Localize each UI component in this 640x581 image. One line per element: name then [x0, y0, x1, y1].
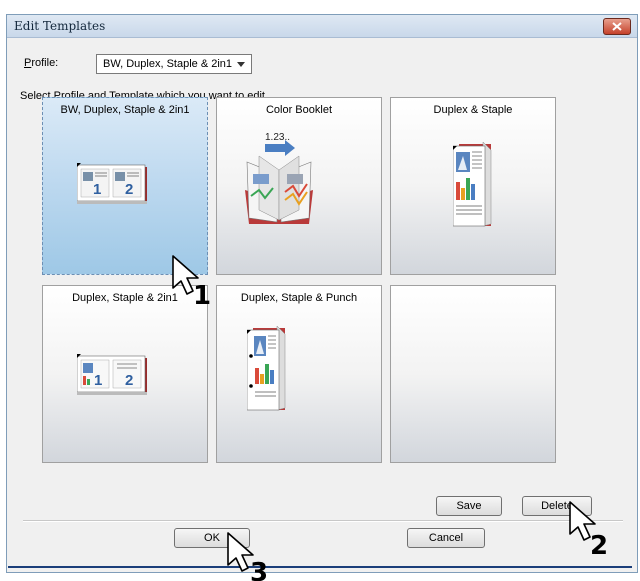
close-button[interactable] [603, 18, 631, 35]
profile-select[interactable]: BW, Duplex, Staple & 2in1 [96, 54, 252, 74]
separator [23, 520, 623, 522]
callout-cursor-2: 2 [569, 501, 608, 556]
title-bar: Edit Templates [7, 15, 637, 38]
chevron-down-icon [237, 62, 245, 67]
svg-text:2: 2 [125, 372, 133, 389]
dialog-title: Edit Templates [14, 19, 106, 33]
callout-cursor-3: 3 [227, 532, 268, 581]
two-in-one-document-icon: 1 2 [77, 163, 147, 204]
template-grid: BW, Duplex, Staple & 2in1 1 2 Color Book… [42, 97, 610, 484]
cancel-button[interactable]: Cancel [407, 528, 485, 548]
template-tile-duplex-staple-2in1[interactable]: Duplex, Staple & 2in1 1 2 [42, 285, 208, 463]
callout-number: 1 [193, 281, 211, 308]
svg-text:1: 1 [93, 181, 101, 198]
edit-templates-dialog: Edit Templates Profile: BW, Duplex, Stap… [6, 14, 638, 573]
callout-baseline [8, 566, 632, 568]
profile-select-value: BW, Duplex, Staple & 2in1 [103, 58, 233, 70]
booklet-icon: 1.23.. [245, 132, 313, 224]
duplex-document-icon [453, 142, 492, 227]
template-tile-label: Color Booklet [265, 104, 333, 116]
template-tile-label: BW, Duplex, Staple & 2in1 [60, 104, 190, 116]
two-in-one-color-document-icon: 1 2 [77, 354, 147, 395]
save-button[interactable]: Save [436, 496, 502, 516]
template-tile-color-booklet[interactable]: Color Booklet 1.23.. [216, 97, 382, 275]
svg-text:1: 1 [94, 372, 102, 389]
template-tile-label: Duplex & Staple [433, 104, 513, 116]
template-tile-duplex-staple-punch[interactable]: Duplex, Staple & Punch [216, 285, 382, 463]
template-tile-bw-duplex-staple-2in1[interactable]: BW, Duplex, Staple & 2in1 1 2 [42, 97, 208, 275]
punched-document-icon [247, 326, 286, 411]
callout-number: 3 [250, 558, 268, 581]
svg-text:2: 2 [125, 181, 133, 198]
profile-label: Profile: [24, 57, 59, 69]
template-tile-label: Duplex, Staple & Punch [240, 292, 358, 304]
close-icon [612, 22, 622, 31]
template-tile-duplex-staple[interactable]: Duplex & Staple [390, 97, 556, 275]
callout-cursor-1: 1 [172, 255, 211, 308]
template-tile-empty[interactable] [390, 285, 556, 463]
callout-number: 2 [590, 531, 608, 556]
